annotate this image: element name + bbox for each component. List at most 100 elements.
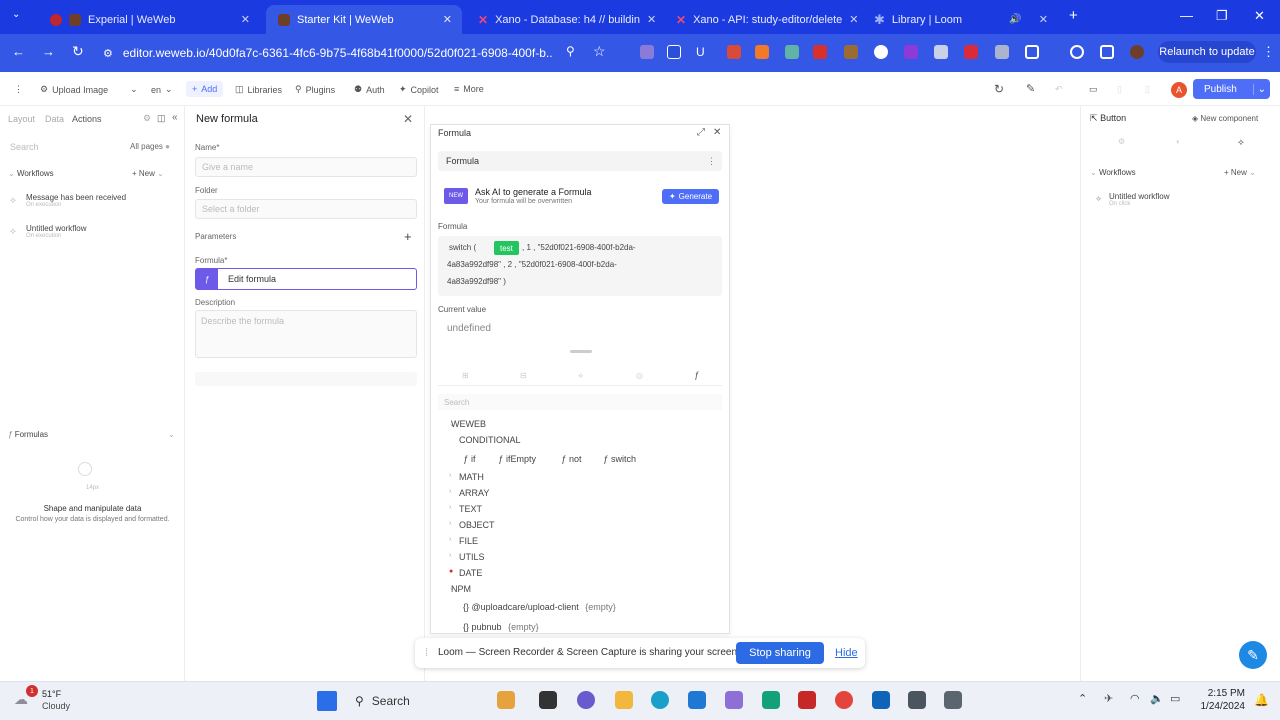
list-item[interactable]: ⟡ Message has been received On execution [10, 193, 126, 208]
chevron-right-icon[interactable]: › [449, 536, 451, 543]
group-npm[interactable]: NPM [451, 584, 471, 594]
teams-icon[interactable] [577, 691, 595, 709]
pages-filter[interactable]: All pages ● [130, 142, 170, 151]
extension-icon[interactable] [874, 45, 888, 59]
add-parameter-button[interactable]: + [404, 229, 412, 244]
list-item[interactable]: ⟡ Untitled workflow On click [1096, 192, 1169, 207]
workflows-section[interactable]: ⌄ Workflows [8, 169, 54, 178]
tab-workflows-icon[interactable]: ⟡ [578, 371, 583, 381]
settings-icon[interactable]: ⚙ [143, 113, 151, 124]
drag-handle-icon[interactable]: ⁞ [425, 647, 428, 659]
chevron-right-icon[interactable]: › [449, 520, 451, 527]
search-input[interactable]: Search [10, 142, 39, 152]
extension-icon[interactable] [640, 45, 654, 59]
new-workflow-button[interactable]: + New ⌄ [1224, 168, 1256, 177]
taskbar-search[interactable]: ⚲ Search [355, 690, 475, 712]
browser-tab[interactable]: ✕ Xano - API: study-editor/delete ✕ [664, 5, 858, 34]
function-search-input[interactable]: Search [438, 394, 722, 410]
chevron-right-icon[interactable]: › [449, 504, 451, 511]
desktop-view-icon[interactable]: ▭ [1089, 84, 1098, 95]
auth-button[interactable]: ⚉ Auth [354, 84, 385, 95]
avatar[interactable]: A [1171, 82, 1187, 98]
help-chat-icon[interactable]: ✎ [1239, 641, 1267, 669]
tab-variables-icon[interactable]: ⊞ [462, 371, 469, 380]
category-object[interactable]: OBJECT [459, 520, 495, 530]
category-utils[interactable]: UTILS [459, 552, 485, 562]
extension-icon[interactable] [995, 45, 1009, 59]
tab-actions[interactable]: Actions [72, 114, 102, 124]
panel-toggle-icon[interactable]: ◫ [157, 113, 166, 124]
workflow-tab-icon[interactable]: ⟡ [1238, 137, 1244, 148]
profile-avatar-icon[interactable] [1130, 45, 1144, 59]
store-icon[interactable] [688, 691, 706, 709]
selected-component[interactable]: ⇱ Button [1090, 113, 1126, 124]
list-item[interactable]: ⟡ Untitled workflow On execution [10, 224, 86, 239]
chrome-menu-icon[interactable]: ⋮ [1262, 44, 1275, 60]
chrome-icon[interactable] [835, 691, 853, 709]
site-info-icon[interactable]: ⚙ [103, 47, 113, 60]
chevron-right-icon[interactable]: › [449, 472, 451, 479]
windows-start-icon[interactable] [317, 691, 337, 711]
style-tab-icon[interactable]: ◐ [1176, 137, 1181, 146]
close-icon[interactable]: ✕ [647, 13, 656, 26]
sidepanel-icon[interactable] [1100, 45, 1114, 59]
group-conditional[interactable]: CONDITIONAL [459, 435, 521, 445]
function-switch[interactable]: ƒ switch [603, 452, 636, 466]
reload-icon[interactable]: ↻ [72, 43, 84, 60]
function-not[interactable]: ƒ not [561, 452, 582, 466]
close-icon[interactable]: ✕ [443, 13, 452, 26]
extension-icon[interactable] [667, 45, 681, 59]
generate-button[interactable]: ✦ Generate [662, 189, 719, 204]
extension-icon[interactable] [904, 45, 918, 59]
extension-icon[interactable] [727, 45, 741, 59]
file-explorer-icon[interactable] [615, 691, 633, 709]
close-icon[interactable]: ✕ [713, 127, 721, 138]
libraries-button[interactable]: ◫ Libraries [235, 84, 282, 95]
minimize-icon[interactable]: — [1180, 8, 1193, 23]
forward-icon[interactable]: → [42, 44, 55, 59]
chevron-up-icon[interactable]: ⌃ [1078, 692, 1087, 705]
stop-sharing-button[interactable]: Stop sharing [736, 642, 824, 664]
undo-icon[interactable]: ↶ [1055, 84, 1063, 95]
category-file[interactable]: FILE [459, 536, 478, 546]
browser-tab[interactable]: ✱ Library | Loom 🔊 ✕ [862, 5, 1058, 34]
extension-icon[interactable] [964, 45, 978, 59]
tab-data-icon[interactable]: ⊟ [520, 371, 527, 380]
app-icon[interactable] [497, 691, 515, 709]
vscode-icon[interactable] [872, 691, 890, 709]
new-workflow-button[interactable]: + New ⌄ [132, 169, 164, 178]
edit-pencil-icon[interactable]: ✎ [1026, 82, 1035, 95]
npm-package[interactable]: {} pubnub {empty} [463, 622, 539, 632]
tab-globals-icon[interactable]: ◎ [636, 371, 643, 380]
mobile-view-icon[interactable]: ▯ [1145, 84, 1150, 95]
extensions-puzzle-icon[interactable] [1025, 45, 1039, 59]
workflows-section[interactable]: ⌄ Workflows [1090, 168, 1136, 177]
extension-u-icon[interactable]: U [696, 45, 710, 59]
volume-icon[interactable]: 🔈 [1150, 692, 1164, 705]
extension-icon[interactable] [785, 45, 799, 59]
publish-button[interactable]: Publish ⌄ [1193, 79, 1270, 99]
chevron-down-icon[interactable]: ⌄ [168, 430, 175, 439]
tab-search-chevron-icon[interactable]: ⌄ [12, 9, 20, 20]
edge-icon[interactable] [651, 691, 669, 709]
chevron-right-icon[interactable]: › [449, 488, 451, 495]
app-icon[interactable] [798, 691, 816, 709]
folder-select[interactable]: Select a folder [195, 199, 417, 219]
tray-icon[interactable]: ✈ [1104, 692, 1113, 705]
category-array[interactable]: ARRAY [459, 488, 489, 498]
close-icon[interactable]: ✕ [1039, 13, 1048, 26]
edit-formula-button[interactable]: ƒ Edit formula [195, 268, 417, 290]
new-component-button[interactable]: ◈ New component [1192, 114, 1258, 123]
weather-widget[interactable]: ☁ 1 51°F Cloudy [12, 685, 92, 715]
tab-data[interactable]: Data [45, 114, 64, 124]
extension-icon[interactable] [934, 45, 948, 59]
notification-bell-icon[interactable]: 🔔 [1254, 693, 1269, 707]
add-button[interactable]: + Add [186, 81, 224, 97]
more-button[interactable]: ≡ More [454, 84, 484, 94]
npm-package[interactable]: {} @uploadcare/upload-client {empty} [463, 602, 616, 612]
refresh-icon[interactable]: ↻ [994, 82, 1004, 96]
more-vertical-icon[interactable]: ⋮ [707, 156, 716, 167]
extension-icon[interactable] [813, 45, 827, 59]
browser-tab[interactable]: Experial | WeWeb ✕ [38, 5, 260, 34]
extension-icon[interactable] [755, 45, 769, 59]
